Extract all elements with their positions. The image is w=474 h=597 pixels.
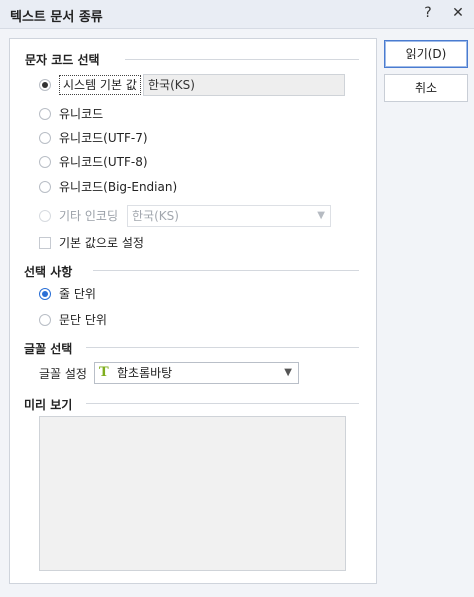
radio-label: 시스템 기본 값 bbox=[59, 75, 141, 95]
radio-paragraph-unit[interactable]: 문단 단위 bbox=[39, 310, 107, 330]
section-divider bbox=[86, 347, 359, 348]
title-bar: 텍스트 문서 종류 ? ✕ bbox=[0, 0, 474, 29]
radio-indicator bbox=[39, 314, 51, 326]
radio-label: 기타 인코딩 bbox=[59, 209, 119, 223]
help-button[interactable]: ? bbox=[418, 3, 438, 23]
radio-indicator bbox=[39, 181, 51, 193]
checkbox-label: 기본 값으로 설정 bbox=[59, 236, 144, 250]
close-button[interactable]: ✕ bbox=[448, 3, 468, 23]
radio-big-endian[interactable]: 유니코드(Big-Endian) bbox=[39, 177, 177, 197]
font-type-icon: T bbox=[99, 365, 109, 380]
encoding-section-title: 문자 코드 선택 bbox=[25, 51, 106, 68]
radio-label: 줄 단위 bbox=[59, 287, 96, 301]
radio-indicator bbox=[39, 210, 51, 222]
radio-line-unit[interactable]: 줄 단위 bbox=[39, 284, 96, 304]
chevron-down-icon: ▼ bbox=[284, 367, 292, 378]
radio-label: 유니코드(Big-Endian) bbox=[59, 180, 178, 194]
radio-indicator bbox=[39, 132, 51, 144]
section-divider bbox=[125, 59, 359, 60]
window-title: 텍스트 문서 종류 bbox=[10, 10, 103, 25]
radio-label: 유니코드(UTF-8) bbox=[59, 155, 148, 169]
font-section-title: 글꼴 선택 bbox=[24, 340, 79, 357]
other-encoding-select[interactable]: 한국(KS) ▼ bbox=[127, 205, 331, 227]
radio-indicator bbox=[39, 108, 51, 120]
radio-utf8[interactable]: 유니코드(UTF-8) bbox=[39, 152, 148, 172]
section-divider bbox=[86, 403, 359, 404]
radio-label: 유니코드(UTF-7) bbox=[59, 131, 148, 145]
set-default-checkbox[interactable]: 기본 값으로 설정 bbox=[39, 233, 144, 253]
section-divider bbox=[93, 270, 359, 271]
radio-indicator bbox=[39, 79, 51, 91]
other-encoding-value: 한국(KS) bbox=[132, 209, 179, 223]
checkbox-indicator bbox=[39, 237, 51, 249]
radio-label: 문단 단위 bbox=[59, 313, 107, 327]
radio-indicator bbox=[39, 156, 51, 168]
font-select[interactable]: T 함초롬바탕 ▼ bbox=[94, 362, 299, 384]
font-setting-label: 글꼴 설정 bbox=[39, 367, 87, 381]
preview-area bbox=[39, 416, 346, 571]
radio-indicator bbox=[39, 288, 51, 300]
cancel-button[interactable]: 취소 bbox=[384, 74, 468, 102]
radio-label: 유니코드 bbox=[59, 107, 104, 121]
preview-section-title: 미리 보기 bbox=[24, 396, 79, 413]
font-select-value: 함초롬바탕 bbox=[117, 366, 173, 380]
radio-utf7[interactable]: 유니코드(UTF-7) bbox=[39, 128, 148, 148]
radio-unicode[interactable]: 유니코드 bbox=[39, 104, 103, 124]
radio-other-encoding[interactable]: 기타 인코딩 bbox=[39, 206, 118, 226]
chevron-down-icon: ▼ bbox=[317, 210, 325, 221]
radio-system-default[interactable]: 시스템 기본 값 bbox=[39, 75, 141, 95]
options-section-title: 선택 사항 bbox=[24, 263, 79, 280]
read-button[interactable]: 읽기(D) bbox=[384, 40, 468, 68]
system-default-value-field: 한국(KS) bbox=[143, 74, 345, 96]
